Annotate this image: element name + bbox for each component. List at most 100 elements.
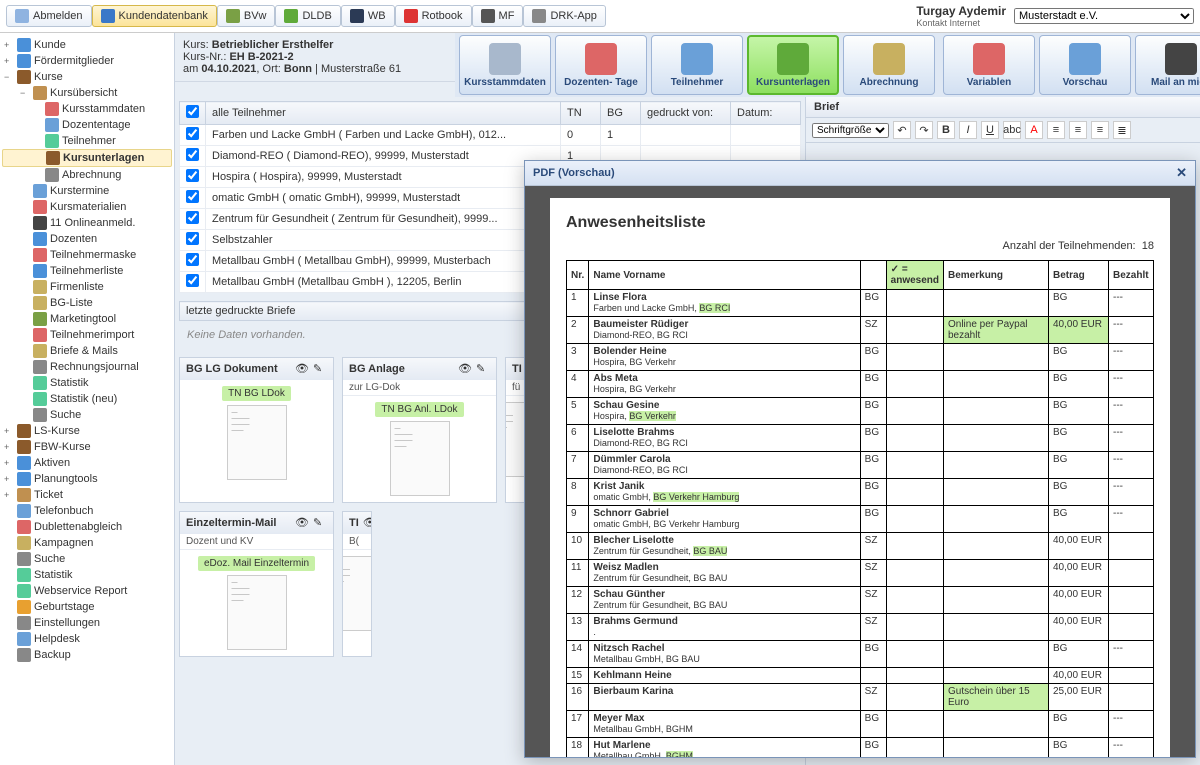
tree-kursunterlagen[interactable]: Kursunterlagen xyxy=(2,149,172,167)
tree-kampagnen[interactable]: Kampagnen xyxy=(2,535,172,551)
row-checkbox[interactable] xyxy=(186,274,199,287)
tree-abrechnung[interactable]: Abrechnung xyxy=(2,167,172,183)
edit-icon[interactable]: ✎ xyxy=(476,362,490,376)
row-checkbox[interactable] xyxy=(186,127,199,140)
tree-backup[interactable]: Backup xyxy=(2,647,172,663)
select-all-checkbox[interactable] xyxy=(186,105,199,118)
tree-11-onlineanmeld-[interactable]: 11 Onlineanmeld. xyxy=(2,215,172,231)
doc-card[interactable]: BG LG Dokument👁✎TN BG LDok————————— xyxy=(179,357,334,503)
eye-icon[interactable]: 👁 xyxy=(363,516,372,530)
tree-firmenliste[interactable]: Firmenliste xyxy=(2,279,172,295)
expand-icon[interactable]: + xyxy=(4,442,14,452)
row-checkbox[interactable] xyxy=(186,211,199,224)
expand-icon[interactable]: − xyxy=(20,88,30,98)
topbar-dldb[interactable]: DLDB xyxy=(275,5,340,27)
doc-card[interactable]: TI👁✎B(————————— xyxy=(342,511,372,657)
tree-teilnehmer[interactable]: Teilnehmer xyxy=(2,133,172,149)
eye-icon[interactable]: 👁 xyxy=(458,362,472,376)
align-right-button[interactable]: ≡ xyxy=(1091,121,1109,139)
underline-button[interactable]: U xyxy=(981,121,999,139)
expand-icon[interactable]: + xyxy=(4,40,14,50)
tree-einstellungen[interactable]: Einstellungen xyxy=(2,615,172,631)
col-tn[interactable]: TN xyxy=(561,102,601,125)
edit-icon[interactable]: ✎ xyxy=(313,362,327,376)
tree-statistik-neu-[interactable]: Statistik (neu) xyxy=(2,391,172,407)
tree-dublettenabgleich[interactable]: Dublettenabgleich xyxy=(2,519,172,535)
topbar-bvw[interactable]: BVw xyxy=(217,5,276,27)
doc-card[interactable]: BG Anlage👁✎zur LG-DokTN BG Anl. LDok————… xyxy=(342,357,497,503)
row-checkbox[interactable] xyxy=(186,169,199,182)
tree-briefe-mails[interactable]: Briefe & Mails xyxy=(2,343,172,359)
org-select[interactable]: Musterstadt e.V. xyxy=(1014,8,1194,24)
tree-marketingtool[interactable]: Marketingtool xyxy=(2,311,172,327)
tree-f-rdermitglieder[interactable]: +Fördermitglieder xyxy=(2,53,172,69)
doc-thumb[interactable]: ————————— xyxy=(227,405,287,480)
eye-icon[interactable]: 👁 xyxy=(295,362,309,376)
fontcolor-button[interactable]: A xyxy=(1025,121,1043,139)
row-checkbox[interactable] xyxy=(186,190,199,203)
tree-suche[interactable]: Suche xyxy=(2,551,172,567)
tree-kurse[interactable]: −Kurse xyxy=(2,69,172,85)
expand-icon[interactable]: + xyxy=(4,458,14,468)
table-row[interactable]: Farben und Lacke GmbH ( Farben und Lacke… xyxy=(180,125,801,146)
tree-teilnehmermaske[interactable]: Teilnehmermaske xyxy=(2,247,172,263)
tree-rechnungsjournal[interactable]: Rechnungsjournal xyxy=(2,359,172,375)
tab-teilnehmer[interactable]: Teilnehmer xyxy=(651,35,743,95)
font-size-select[interactable]: Schriftgröße xyxy=(812,123,889,138)
col-date[interactable]: Datum: xyxy=(731,102,801,125)
tree-webservice-report[interactable]: Webservice Report xyxy=(2,583,172,599)
tree-aktiven[interactable]: +Aktiven xyxy=(2,455,172,471)
row-checkbox[interactable] xyxy=(186,232,199,245)
tree-statistik[interactable]: Statistik xyxy=(2,567,172,583)
col-printedby[interactable]: gedruckt von: xyxy=(641,102,731,125)
bold-button[interactable]: B xyxy=(937,121,955,139)
tree-kursmaterialien[interactable]: Kursmaterialien xyxy=(2,199,172,215)
topbar-rotbook[interactable]: Rotbook xyxy=(395,5,472,27)
tree-dozententage[interactable]: Dozententage xyxy=(2,117,172,133)
tab-kursstammdaten[interactable]: Kursstammdaten xyxy=(459,35,551,95)
tree-kurs-bersicht[interactable]: −Kursübersicht xyxy=(2,85,172,101)
action-mailanmich[interactable]: Mail an mich xyxy=(1135,35,1200,95)
tree-suche[interactable]: Suche xyxy=(2,407,172,423)
eye-icon[interactable]: 👁 xyxy=(295,516,309,530)
topbar-drk-app[interactable]: DRK-App xyxy=(523,5,605,27)
tree-fbw-kurse[interactable]: +FBW-Kurse xyxy=(2,439,172,455)
pdf-titlebar[interactable]: PDF (Vorschau) ✕ xyxy=(525,161,1195,186)
topbar-wb[interactable]: WB xyxy=(341,5,395,27)
topbar-mf[interactable]: MF xyxy=(472,5,524,27)
expand-icon[interactable]: − xyxy=(4,72,14,82)
expand-icon[interactable]: + xyxy=(4,474,14,484)
tab-kursunterlagen[interactable]: Kursunterlagen xyxy=(747,35,839,95)
undo-button[interactable]: ↶ xyxy=(893,121,911,139)
close-icon[interactable]: ✕ xyxy=(1176,165,1187,181)
tree-helpdesk[interactable]: Helpdesk xyxy=(2,631,172,647)
edit-icon[interactable]: ✎ xyxy=(313,516,327,530)
tree-kunde[interactable]: +Kunde xyxy=(2,37,172,53)
strike-button[interactable]: abc xyxy=(1003,121,1021,139)
tree-telefonbuch[interactable]: Telefonbuch xyxy=(2,503,172,519)
action-vorschau[interactable]: Vorschau xyxy=(1039,35,1131,95)
topbar-kundendatenbank[interactable]: Kundendatenbank xyxy=(92,5,217,27)
col-bg[interactable]: BG xyxy=(601,102,641,125)
tree-kurstermine[interactable]: Kurstermine xyxy=(2,183,172,199)
tree-planungtools[interactable]: +Planungtools xyxy=(2,471,172,487)
doc-thumb[interactable]: ————————— xyxy=(227,575,287,650)
tree-dozenten[interactable]: Dozenten xyxy=(2,231,172,247)
tree-ticket[interactable]: +Ticket xyxy=(2,487,172,503)
expand-icon[interactable]: + xyxy=(4,426,14,436)
tree-kursstammdaten[interactable]: Kursstammdaten xyxy=(2,101,172,117)
tree-statistik[interactable]: Statistik xyxy=(2,375,172,391)
doc-card[interactable]: Einzeltermin-Mail👁✎Dozent und KVeDoz. Ma… xyxy=(179,511,334,657)
align-center-button[interactable]: ≡ xyxy=(1069,121,1087,139)
italic-button[interactable]: I xyxy=(959,121,977,139)
redo-button[interactable]: ↷ xyxy=(915,121,933,139)
tree-ls-kurse[interactable]: +LS-Kurse xyxy=(2,423,172,439)
align-left-button[interactable]: ≡ xyxy=(1047,121,1065,139)
row-checkbox[interactable] xyxy=(186,253,199,266)
topbar-abmelden[interactable]: Abmelden xyxy=(6,5,92,27)
list-button[interactable]: ≣ xyxy=(1113,121,1131,139)
tree-geburtstage[interactable]: Geburtstage xyxy=(2,599,172,615)
row-checkbox[interactable] xyxy=(186,148,199,161)
tree-teilnehmerimport[interactable]: Teilnehmerimport xyxy=(2,327,172,343)
tree-teilnehmerliste[interactable]: Teilnehmerliste xyxy=(2,263,172,279)
